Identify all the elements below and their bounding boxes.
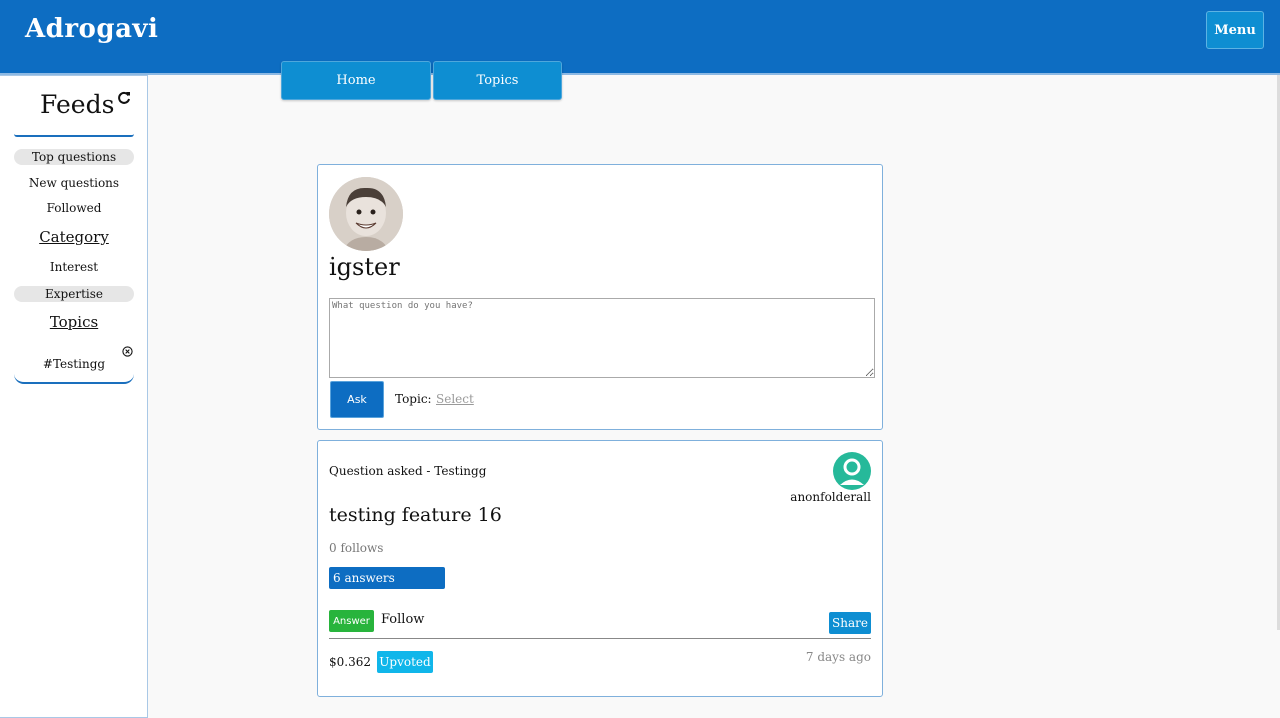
topic-tag-container: #Testingg bbox=[14, 344, 134, 384]
sidebar-item-followed[interactable]: Followed bbox=[14, 200, 134, 216]
topics-heading[interactable]: Topics bbox=[14, 313, 134, 331]
answers-count-button[interactable]: 6 answers bbox=[329, 567, 445, 589]
question-input[interactable] bbox=[329, 298, 875, 378]
header-divider bbox=[0, 73, 1280, 75]
upvoted-button[interactable]: Upvoted bbox=[377, 651, 433, 673]
remove-topic-icon[interactable] bbox=[122, 346, 133, 357]
menu-button[interactable]: Menu bbox=[1206, 11, 1264, 49]
sidebar-item-new-questions[interactable]: New questions bbox=[14, 175, 134, 191]
feeds-underline bbox=[14, 134, 134, 137]
sidebar-item-expertise[interactable]: Expertise bbox=[14, 286, 134, 302]
feeds-title: Feeds bbox=[40, 90, 115, 119]
author-name[interactable]: anonfolderall bbox=[790, 490, 871, 504]
answer-button[interactable]: Answer bbox=[329, 610, 374, 632]
sidebar-item-top-questions[interactable]: Top questions bbox=[14, 149, 134, 165]
topic-label: Topic: bbox=[395, 392, 432, 406]
sidebar-item-interest[interactable]: Interest bbox=[14, 259, 134, 275]
follows-count: 0 follows bbox=[329, 541, 384, 555]
category-heading[interactable]: Category bbox=[14, 228, 134, 246]
top-header: Adrogavi Menu bbox=[0, 0, 1280, 74]
share-button[interactable]: Share bbox=[829, 612, 871, 634]
reward-amount: $0.362 bbox=[329, 655, 371, 669]
topic-tag[interactable]: #Testingg bbox=[14, 357, 134, 371]
username: igster bbox=[329, 253, 400, 281]
topic-select-link[interactable]: Select bbox=[436, 392, 474, 406]
question-title[interactable]: testing feature 16 bbox=[329, 504, 502, 526]
card-divider bbox=[329, 638, 871, 639]
question-meta: Question asked - Testingg bbox=[329, 464, 487, 478]
question-card: Question asked - Testingg anonfolderall … bbox=[317, 440, 883, 697]
follow-button[interactable]: Follow bbox=[381, 612, 424, 627]
brand-logo[interactable]: Adrogavi bbox=[25, 14, 158, 44]
sidebar: Feeds Top questions New questions Follow… bbox=[0, 75, 148, 718]
ask-question-card: igster Ask Topic: Select bbox=[317, 164, 883, 430]
tab-home[interactable]: Home bbox=[281, 61, 431, 100]
ask-button[interactable]: Ask bbox=[330, 381, 384, 418]
author-avatar-icon[interactable] bbox=[833, 452, 871, 490]
tab-topics[interactable]: Topics bbox=[433, 61, 562, 100]
question-timestamp: 7 days ago bbox=[805, 650, 871, 664]
refresh-icon[interactable] bbox=[116, 90, 132, 106]
user-avatar[interactable] bbox=[329, 177, 403, 251]
